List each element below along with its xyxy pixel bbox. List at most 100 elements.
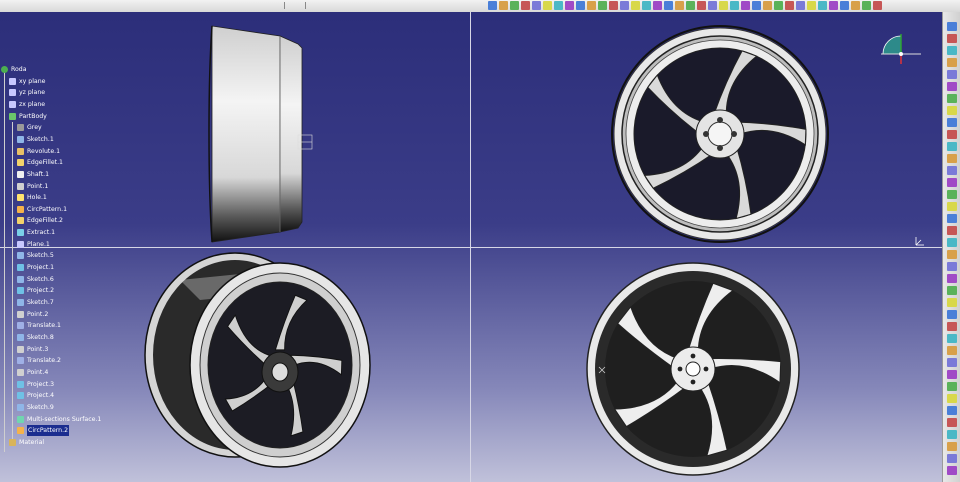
toolbar-tool-icon[interactable] [818,1,827,10]
translate-icon [17,357,24,365]
compass-icon[interactable] [876,32,926,74]
sidebar-tool-icon[interactable] [947,22,957,31]
tree-node-label: Plane.1 [27,240,50,248]
tree-node-label: Sketch.1 [27,135,54,143]
sidebar-tool-icon[interactable] [947,406,957,415]
sidebar-tool-icon[interactable] [947,322,957,331]
wheel-rear-view[interactable] [584,260,802,478]
sidebar-tool-icon[interactable] [947,442,957,451]
sidebar-tool-icon[interactable] [947,358,957,367]
toolbar-tool-icon[interactable] [763,1,772,10]
toolbar-tool-icon[interactable] [521,1,530,10]
sidebar-tool-icon[interactable] [947,274,957,283]
toolbar-tool-icon[interactable] [796,1,805,10]
right-toolbar [942,12,960,482]
toolbar-tool-icon[interactable] [598,1,607,10]
sidebar-tool-icon[interactable] [947,238,957,247]
viewport-horizontal-divider[interactable] [0,247,942,248]
wheel-iso-view[interactable] [140,250,380,480]
sidebar-tool-icon[interactable] [947,94,957,103]
tree-node-label: EdgeFillet.2 [27,217,63,225]
toolbar-tool-icon[interactable] [697,1,706,10]
sidebar-tool-icon[interactable] [947,166,957,175]
sidebar-tool-icon[interactable] [947,286,957,295]
sidebar-tool-icon[interactable] [947,370,957,379]
toolbar-tool-icon[interactable] [587,1,596,10]
sidebar-tool-icon[interactable] [947,142,957,151]
tree-node-label: Point.2 [27,310,49,318]
sidebar-tool-icon[interactable] [947,34,957,43]
toolbar-tool-icon[interactable] [576,1,585,10]
toolbar-tool-icon[interactable] [741,1,750,10]
sidebar-tool-icon[interactable] [947,394,957,403]
toolbar-grip[interactable] [284,2,306,9]
toolbar-tool-icon[interactable] [752,1,761,10]
sidebar-tool-icon[interactable] [947,214,957,223]
toolbar-tool-icon[interactable] [862,1,871,10]
sidebar-tool-icon[interactable] [947,106,957,115]
sidebar-tool-icon[interactable] [947,430,957,439]
viewport-3d[interactable]: Roda xy plane yz plane zx plane PartBody Gre… [0,12,942,482]
toolbar-tool-icon[interactable] [499,1,508,10]
shaft-icon [17,170,24,178]
wheel-front-view[interactable] [608,22,832,246]
sidebar-tool-icon[interactable] [947,58,957,67]
toolbar-tool-icon[interactable] [609,1,618,10]
sidebar-tool-icon[interactable] [947,190,957,199]
tree-node-label: Project.2 [27,287,55,295]
toolbar-tool-icon[interactable] [719,1,728,10]
tree-node-label: xy plane [19,77,46,85]
sidebar-tool-icon[interactable] [947,202,957,211]
point-icon [17,182,24,190]
sidebar-tool-icon[interactable] [947,346,957,355]
sidebar-tool-icon[interactable] [947,334,957,343]
toolbar-tool-icon[interactable] [543,1,552,10]
toolbar-tool-icon[interactable] [510,1,519,10]
sidebar-tool-icon[interactable] [947,466,957,475]
toolbar-tool-icon[interactable] [675,1,684,10]
toolbar-tool-icon[interactable] [730,1,739,10]
toolbar-tool-icon[interactable] [565,1,574,10]
toolbar-tool-icon[interactable] [532,1,541,10]
sidebar-tool-icon[interactable] [947,130,957,139]
sidebar-tool-icon[interactable] [947,118,957,127]
toolbar-tool-icon[interactable] [686,1,695,10]
toolbar-tool-icon[interactable] [840,1,849,10]
toolbar-tool-icon[interactable] [829,1,838,10]
sidebar-tool-icon[interactable] [947,250,957,259]
toolbar-tool-icon[interactable] [785,1,794,10]
toolbar-tool-icon[interactable] [631,1,640,10]
sidebar-tool-icon[interactable] [947,154,957,163]
sidebar-tool-icon[interactable] [947,298,957,307]
toolbar-icons [488,1,884,10]
toolbar-tool-icon[interactable] [664,1,673,10]
toolbar-tool-icon[interactable] [851,1,860,10]
sidebar-tool-icon[interactable] [947,70,957,79]
toolbar-tool-icon[interactable] [774,1,783,10]
tree-node-label: Project.1 [27,264,55,272]
sidebar-tool-icon[interactable] [947,310,957,319]
toolbar-tool-icon[interactable] [708,1,717,10]
sidebar-tool-icon[interactable] [947,382,957,391]
toolbar-tool-icon[interactable] [642,1,651,10]
toolbar-tool-icon[interactable] [620,1,629,10]
tree-node-label: EdgeFillet.1 [27,159,63,167]
sketch-icon [17,333,24,341]
sidebar-tool-icon[interactable] [947,226,957,235]
sidebar-tool-icon[interactable] [947,178,957,187]
sidebar-tool-icon[interactable] [947,454,957,463]
toolbar-tool-icon[interactable] [807,1,816,10]
wheel-side-view[interactable] [200,22,320,252]
sidebar-tool-icon[interactable] [947,262,957,271]
toolbar-tool-icon[interactable] [653,1,662,10]
sidebar-tool-icon[interactable] [947,82,957,91]
toolbar-tool-icon[interactable] [554,1,563,10]
sidebar-tool-icon[interactable] [947,46,957,55]
pattern-icon [17,427,24,435]
sidebar-tool-icon[interactable] [947,418,957,427]
toolbar-tool-icon[interactable] [873,1,882,10]
tree-node-label: Revolute.1 [27,147,61,155]
toolbar-tool-icon[interactable] [488,1,497,10]
material-icon [9,438,16,446]
tree-node-label: Translate.1 [27,322,61,330]
